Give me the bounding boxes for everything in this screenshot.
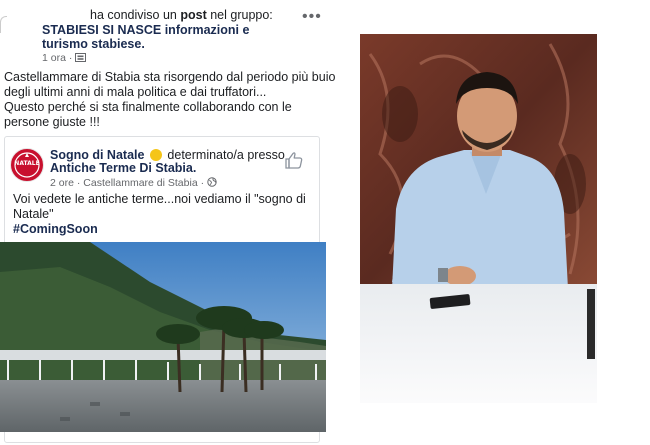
post-meta: 1 ora · <box>42 52 87 64</box>
post-time[interactable]: 1 ora <box>42 52 66 64</box>
group-icon <box>75 53 87 62</box>
shared-suffix: nel gruppo: <box>210 8 273 22</box>
hashtag-link[interactable]: #ComingSoon <box>13 222 98 236</box>
like-thumb-icon[interactable] <box>284 150 304 170</box>
shared-text-line: Natale" <box>13 207 54 221</box>
man-at-table-photo[interactable] <box>360 34 597 403</box>
meta-separator: · <box>200 177 205 189</box>
post-text-line: Questo perché si sta finalmente collabor… <box>4 100 292 114</box>
post-text: Castellammare di Stabia sta risorgendo d… <box>4 70 336 130</box>
more-options-icon[interactable]: ••• <box>302 8 322 26</box>
terme-photo[interactable] <box>0 242 326 432</box>
post-text-line: degli ultimi anni di mala politica e dai… <box>4 85 267 99</box>
group-name-link[interactable]: STABIESI SI NASCE informazioni e turismo… <box>42 23 292 51</box>
feeling-emoji-icon <box>149 149 162 161</box>
globe-icon <box>207 177 217 187</box>
post-link[interactable]: post <box>180 8 206 22</box>
feeling-text: determinato/a presso <box>167 148 285 162</box>
shared-time[interactable]: 2 ore <box>50 177 74 189</box>
shared-post-header: Sogno di Natale determinato/a presso <box>50 148 285 162</box>
avatar-label: NATALE <box>14 160 40 167</box>
meta-separator: · <box>76 177 81 189</box>
post-text-line: persone giuste !!! <box>4 115 100 129</box>
shared-line: ha condiviso un post nel gruppo: <box>90 8 273 22</box>
meta-separator: · <box>68 52 73 64</box>
place-link[interactable]: Castellammare di Stabia <box>83 177 197 189</box>
avatar[interactable] <box>0 16 7 33</box>
page-name-link[interactable]: Sogno di Natale <box>50 148 144 162</box>
location-link[interactable]: Antiche Terme Di Stabia. <box>50 161 196 175</box>
shared-post-text: Voi vedete le antiche terme...noi vediam… <box>13 192 313 222</box>
shared-prefix: ha condiviso un <box>90 8 177 22</box>
post-header: ha condiviso un post nel gruppo: STABIES… <box>0 6 325 64</box>
shared-post-meta: 2 ore · Castellammare di Stabia · <box>50 177 217 189</box>
page-avatar[interactable]: NATALE <box>10 148 44 182</box>
shared-text-line: Voi vedete le antiche terme...noi vediam… <box>13 192 306 206</box>
post-text-line: Castellammare di Stabia sta risorgendo d… <box>4 70 336 84</box>
